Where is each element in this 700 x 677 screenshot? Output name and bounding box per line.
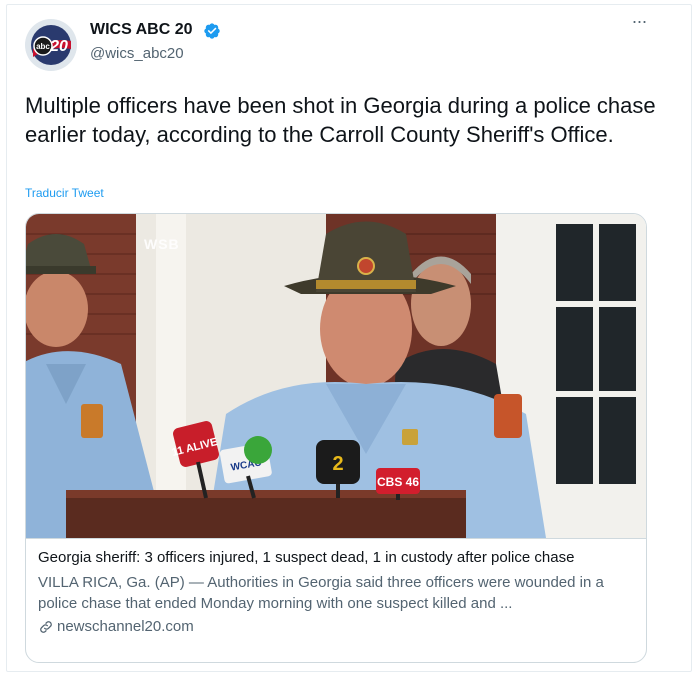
card-image[interactable]: 11 ALIVE WCAU 2 CBS 46 WSB (26, 214, 646, 538)
verified-badge-icon (204, 23, 220, 39)
avatar[interactable]: abc 20 (25, 19, 77, 71)
link-preview-card[interactable]: 11 ALIVE WCAU 2 CBS 46 WSB Georgia sheri… (25, 213, 647, 663)
card-body[interactable]: Georgia sheriff: 3 officers injured, 1 s… (26, 538, 646, 662)
tweet-text: Multiple officers have been shot in Geor… (25, 93, 656, 147)
mic-label: 2 (332, 453, 343, 475)
translate-tweet-link[interactable]: Traducir Tweet (25, 186, 104, 200)
wsb-watermark: WSB (144, 236, 180, 252)
account-name[interactable]: WICS ABC 20 (90, 21, 193, 39)
card-domain[interactable]: newschannel20.com (38, 618, 194, 635)
card-domain-text[interactable]: newschannel20.com (57, 618, 194, 635)
card-description: VILLA RICA, Ga. (AP) — Authorities in Ge… (38, 574, 604, 612)
more-options-icon[interactable]: ··· (627, 12, 651, 31)
mic-label: CBS 46 (377, 475, 419, 489)
press-conference-photo: 11 ALIVE WCAU 2 CBS 46 (26, 214, 646, 538)
abc20-logo-icon: abc 20 (25, 19, 77, 71)
tweet-card: abc 20 WICS ABC 20 @wics_abc20 ··· Multi… (6, 4, 692, 672)
account-handle[interactable]: @wics_abc20 (90, 45, 184, 62)
link-icon (40, 620, 52, 633)
svg-text:20: 20 (49, 38, 68, 55)
svg-text:abc: abc (36, 42, 50, 51)
card-title[interactable]: Georgia sheriff: 3 officers injured, 1 s… (38, 549, 574, 566)
